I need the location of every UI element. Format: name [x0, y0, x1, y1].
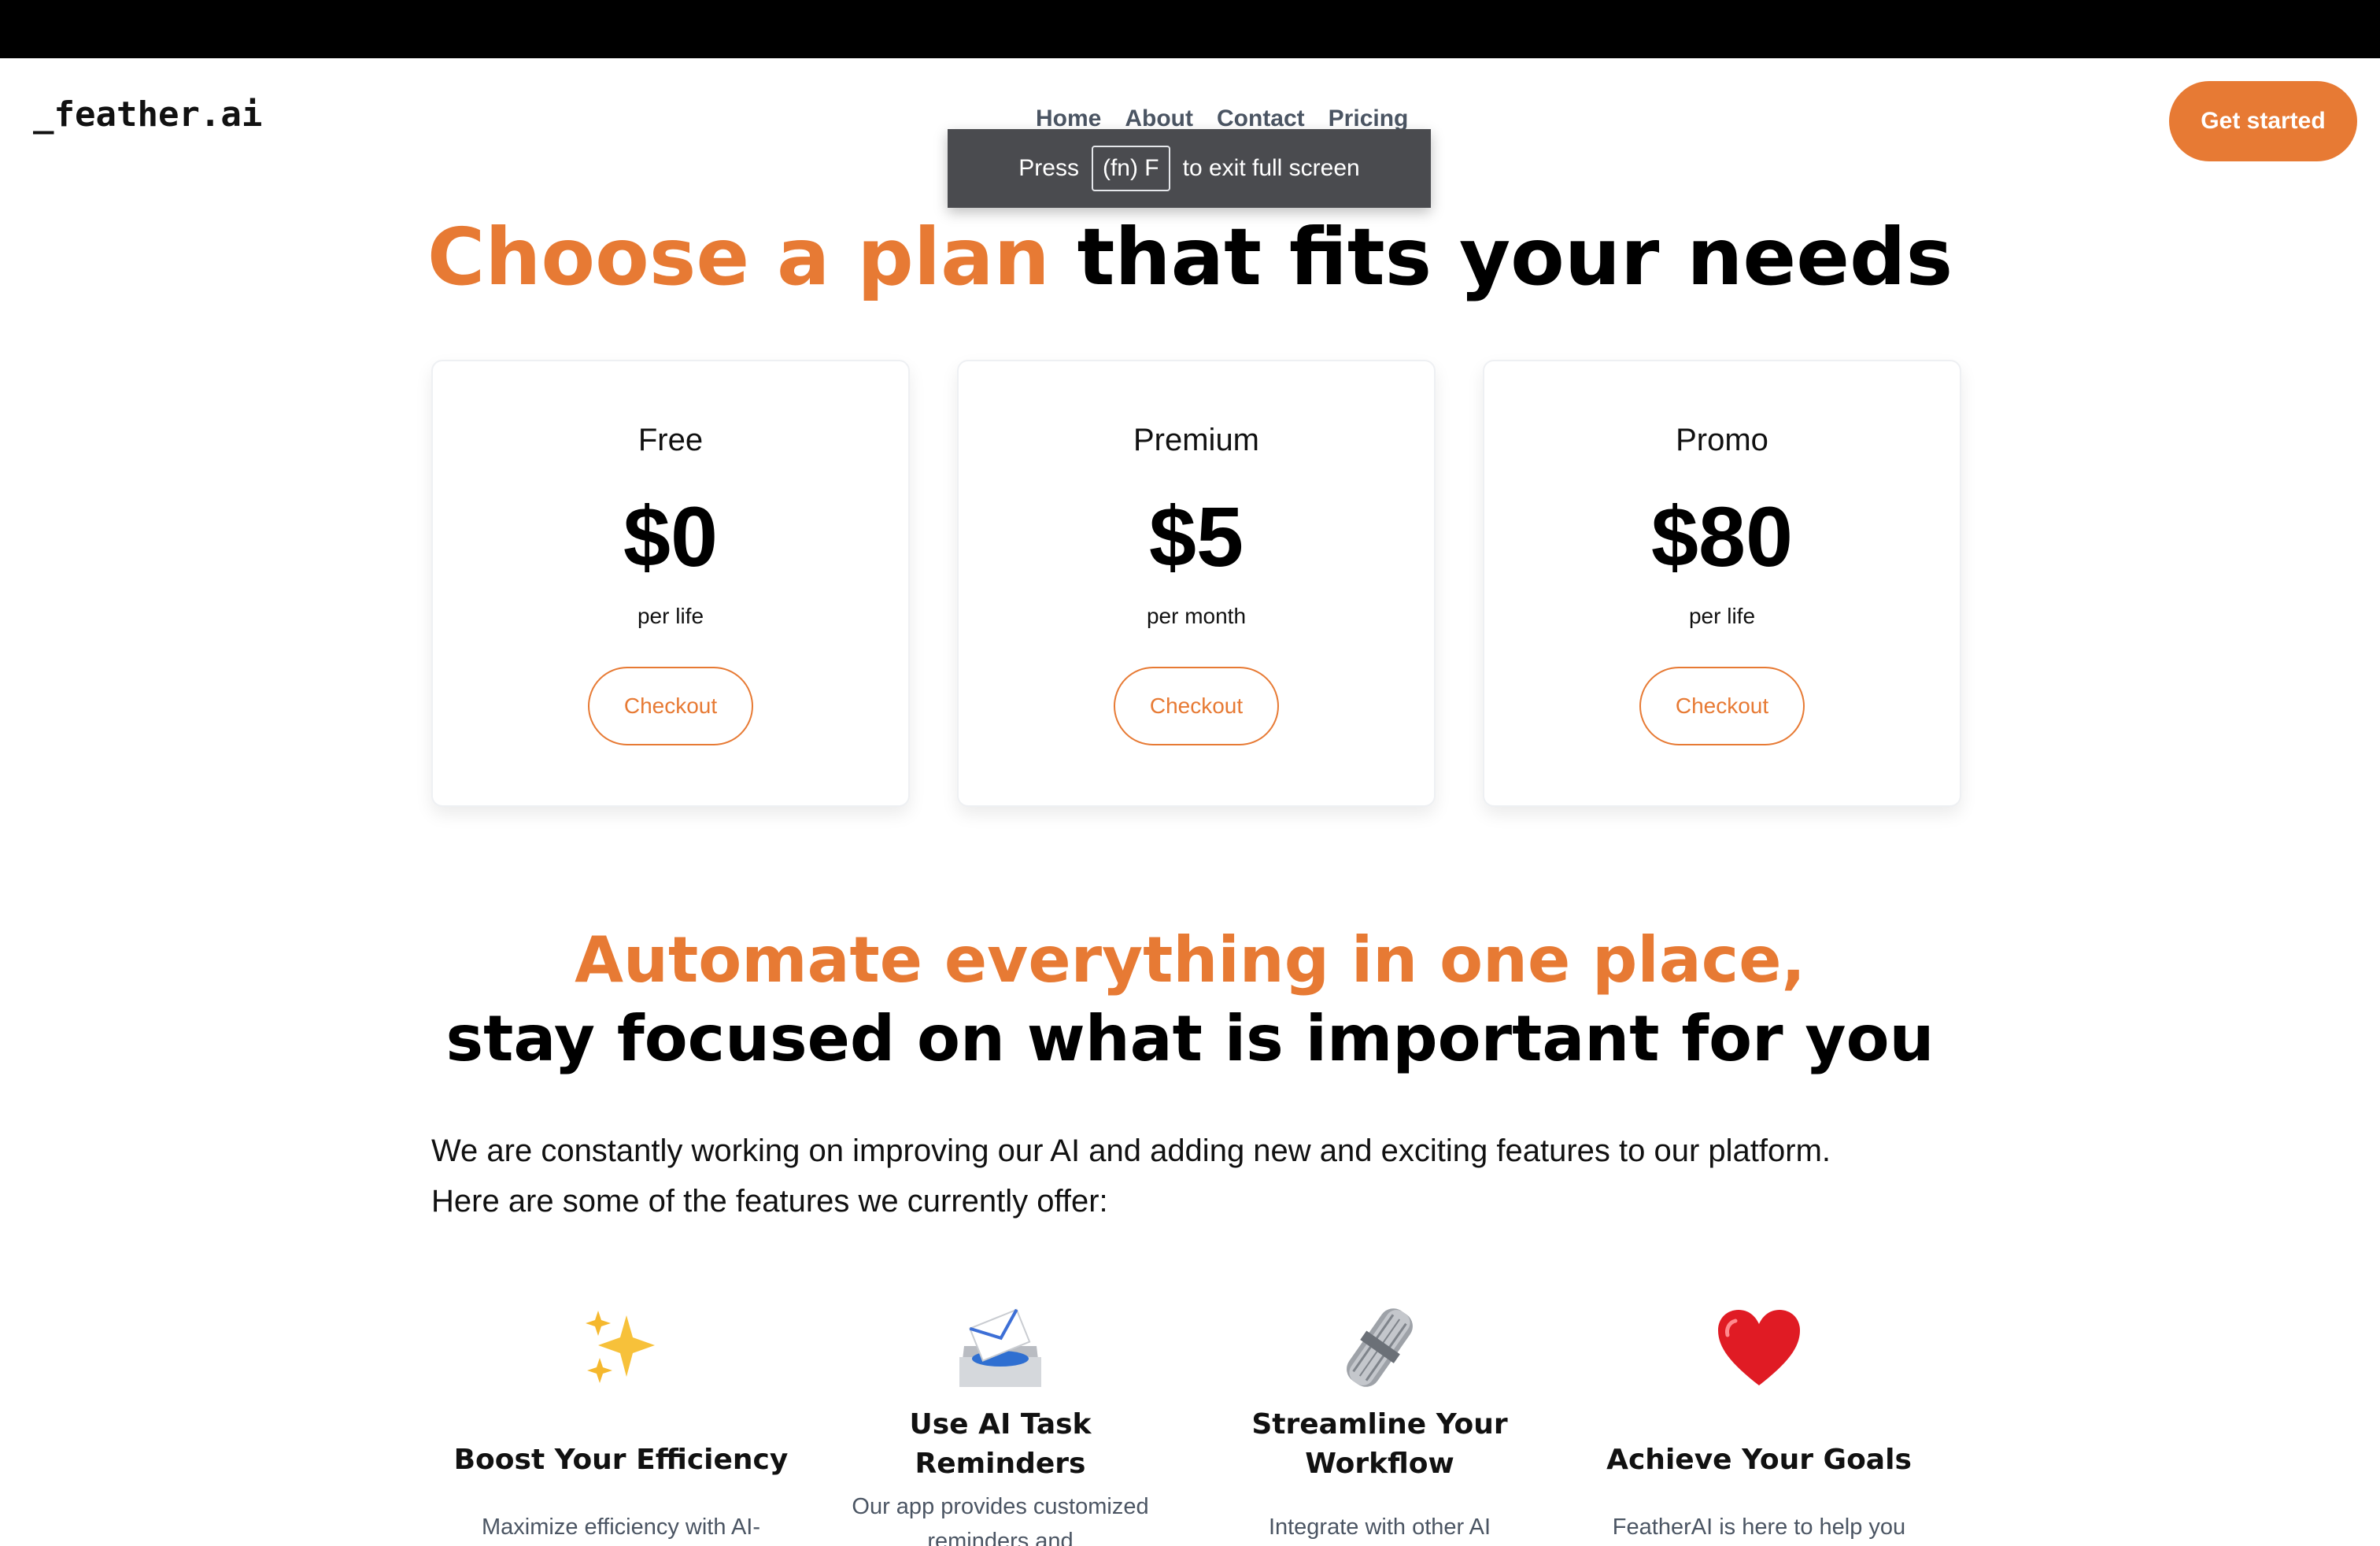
feature-description: Maximize efficiency with AI- — [481, 1515, 761, 1540]
feature-description: FeatherAI is here to help you — [1612, 1515, 1906, 1540]
toast-suffix-text: to exit full screen — [1182, 155, 1360, 181]
plan-name: Promo — [1676, 423, 1768, 457]
feature-title-line-1: Streamline Your — [1251, 1408, 1508, 1441]
plan-period: per life — [637, 604, 704, 628]
plan-period: per month — [1146, 604, 1247, 628]
plan-price: $80 — [1650, 489, 1794, 584]
automate-heading-accent: Automate everything in one place, — [575, 923, 1805, 997]
toast-press-text: Press — [1018, 155, 1079, 181]
plan-card-free: Free $0 per life Checkout — [431, 360, 910, 807]
pricing-plans: Free $0 per life Checkout Premium $5 per… — [431, 360, 1961, 807]
nav-pricing-link[interactable]: Pricing — [1329, 105, 1409, 132]
fullscreen-exit-toast: Press (fn) F to exit full screen — [948, 129, 1431, 208]
checkout-button-premium[interactable]: Checkout — [1114, 667, 1279, 745]
window-top-bar — [0, 0, 2380, 58]
main-nav: Home About Contact Pricing — [1036, 105, 1408, 132]
nav-about-link[interactable]: About — [1125, 105, 1193, 132]
feature-title-line-1: Use AI Task — [909, 1408, 1092, 1441]
feature-card-efficiency: Boost Your Efficiency Maximize efficienc… — [431, 1291, 811, 1546]
feature-card-reminders: Use AI Task Reminders Our app provides c… — [811, 1291, 1190, 1546]
nav-contact-link[interactable]: Contact — [1217, 105, 1305, 132]
feature-title: Achieve Your Goals — [1606, 1444, 1912, 1476]
feature-card-goals: Achieve Your Goals FeatherAI is here to … — [1569, 1291, 1949, 1546]
feature-card-workflow: Streamline Your Workflow Integrate with … — [1190, 1291, 1569, 1546]
newspaper-roll-icon — [1190, 1300, 1569, 1395]
feature-title-line-2: Reminders — [915, 1448, 1086, 1480]
intro-line-2: Here are some of the features we current… — [431, 1184, 1108, 1219]
feature-title: Boost Your Efficiency — [453, 1444, 789, 1476]
checkout-button-promo[interactable]: Checkout — [1639, 667, 1805, 745]
plan-price: $0 — [623, 489, 719, 584]
heart-icon — [1569, 1300, 1949, 1395]
pricing-heading-rest: that fits your needs — [1049, 211, 1953, 303]
site-logo[interactable]: _feather.ai — [33, 94, 262, 135]
plan-price: $5 — [1148, 489, 1244, 584]
get-started-button[interactable]: Get started — [2169, 81, 2357, 161]
plan-period: per life — [1688, 604, 1756, 628]
nav-home-link[interactable]: Home — [1036, 105, 1101, 132]
sparkles-icon — [431, 1300, 811, 1395]
automate-heading-rest: stay focused on what is important for yo… — [445, 1002, 1935, 1075]
plan-name: Premium — [1133, 423, 1260, 457]
plan-card-promo: Promo $80 per life Checkout — [1483, 360, 1961, 807]
feature-description: Integrate with other AI — [1268, 1515, 1491, 1540]
toast-key-hint: (fn) F — [1091, 146, 1170, 191]
features-intro: We are constantly working on improving o… — [431, 1126, 1927, 1226]
feature-title: Streamline Your Workflow — [1190, 1405, 1569, 1484]
feature-title-line-2: Workflow — [1305, 1448, 1454, 1480]
pricing-heading-accent: Choose a plan — [427, 211, 1050, 303]
plan-card-premium: Premium $5 per month Checkout — [957, 360, 1436, 807]
checkout-button-free[interactable]: Checkout — [588, 667, 753, 745]
feature-title: Use AI Task Reminders — [811, 1405, 1190, 1484]
plan-name: Free — [638, 423, 704, 457]
pricing-heading: Choose a plan that fits your needs — [0, 211, 2380, 303]
feature-description: Our app provides customized reminders an… — [852, 1494, 1149, 1546]
intro-line-1: We are constantly working on improving o… — [431, 1134, 1831, 1168]
automate-heading: Automate everything in one place, stay f… — [0, 921, 2380, 1078]
features-grid: Boost Your Efficiency Maximize efficienc… — [431, 1291, 1949, 1546]
inbox-envelope-icon — [811, 1300, 1190, 1395]
